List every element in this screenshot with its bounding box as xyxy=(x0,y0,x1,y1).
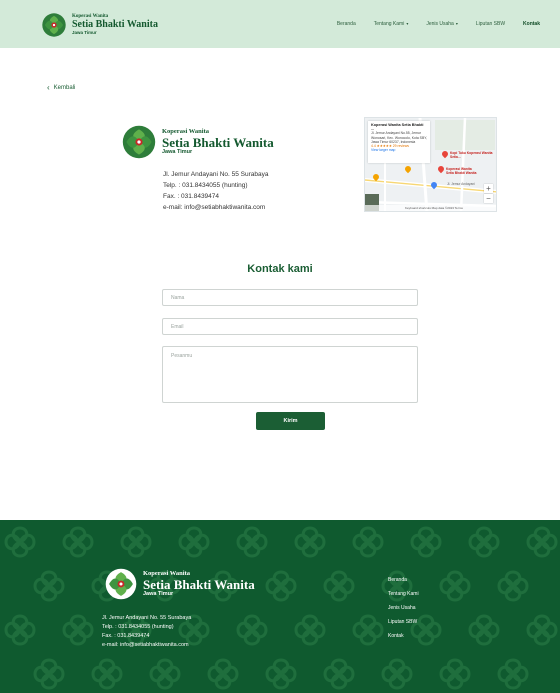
zoom-in-button[interactable]: + xyxy=(484,184,493,193)
footer-nav-kontak[interactable]: Kontak xyxy=(388,634,419,639)
contact-title: Kontak kami xyxy=(247,263,313,275)
email-line: e-mail: info@setiabhaktiwanita.com xyxy=(163,204,266,211)
submit-button[interactable]: Kirim xyxy=(256,412,325,430)
fax-line: Fax. : 031.8439474 xyxy=(163,193,220,200)
chevron-down-icon: ▾ xyxy=(455,21,458,26)
main-nav: Beranda Tentang Kami ▾ Jenis Usaha ▾ Liput… xyxy=(319,21,540,27)
zoom-out-button[interactable]: − xyxy=(484,194,493,203)
footer-fax-line: Fax. : 031.8439474 xyxy=(102,633,150,639)
footer-nav-beranda[interactable]: Beranda xyxy=(388,578,419,583)
nav-item-kontak[interactable]: Kontak xyxy=(523,21,540,27)
message-textarea[interactable] xyxy=(162,346,418,403)
address-line: Jl. Jemur Andayani No. 55 Surabaya xyxy=(163,171,269,178)
header-logo[interactable]: Koperasi Wanita Setia Bhakti Wanita Jawa… xyxy=(41,12,158,38)
footer-email-line: e-mail: info@setiabhaktiwanita.com xyxy=(102,642,189,648)
footer-nav-tentang-kami[interactable]: Tentang Kami xyxy=(388,592,419,597)
map-footer: Keyboard shortcuts Map data ©2023 Terms xyxy=(365,205,496,211)
footer-nav: Beranda Tentang Kami Jenis Usaha Liputan… xyxy=(388,578,419,648)
brand-name: Setia Bhakti Wanita xyxy=(72,19,158,31)
chevron-left-icon: ‹ xyxy=(47,83,50,92)
phone-line: Telp. : 031.8434055 (hunting) xyxy=(163,182,248,189)
footer-address-line: Jl. Jemur Andayani No. 55 Surabaya xyxy=(102,615,192,621)
map-place-label-1: Kopi Tuku Koperasi Wanita Setia... xyxy=(450,151,493,159)
map-road-label: Jl. Jemur Andayani xyxy=(447,182,475,186)
nav-item-liputan-sbw[interactable]: Liputan SBW xyxy=(476,21,505,27)
footer-phone-line: Telp. : 031.8434055 (hunting) xyxy=(102,624,174,630)
brand-region: Jawa Timur xyxy=(162,149,193,155)
location-map[interactable]: Koperasi Wanita Setia Bhakti ... Jl. Jem… xyxy=(364,117,497,212)
brand-region: Jawa Timur xyxy=(143,591,174,597)
brand-name: Setia Bhakti Wanita xyxy=(162,135,274,150)
nav-item-beranda[interactable]: Beranda xyxy=(337,21,356,27)
footer-logo: Koperasi Wanita Setia Bhakti Wanita Jawa… xyxy=(104,567,255,601)
map-info-card: Koperasi Wanita Setia Bhakti ... Jl. Jem… xyxy=(368,121,430,163)
name-input[interactable] xyxy=(162,289,418,306)
footer-nav-jenis-usaha[interactable]: Jenis Usaha xyxy=(388,606,419,611)
info-logo: Koperasi Wanita Setia Bhakti Wanita Jawa… xyxy=(121,124,274,160)
email-input[interactable] xyxy=(162,318,418,335)
footer-pattern xyxy=(4,526,558,690)
back-link[interactable]: ‹ Kembali xyxy=(47,84,75,92)
footer-nav-liputan-sbw[interactable]: Liputan SBW xyxy=(388,620,419,625)
brand-name: Setia Bhakti Wanita xyxy=(143,577,255,592)
chevron-down-icon: ▾ xyxy=(406,21,409,26)
site-header: Koperasi Wanita Setia Bhakti Wanita Jawa… xyxy=(0,0,560,48)
nav-item-jenis-usaha[interactable]: Jenis Usaha ▾ xyxy=(426,21,458,27)
back-label: Kembali xyxy=(53,85,76,91)
logo-emblem-icon xyxy=(105,568,137,600)
logo-emblem-icon xyxy=(42,13,66,37)
logo-emblem-icon xyxy=(122,125,156,159)
map-card-address: Jl. Jemur Andayani No.55, Jemur Wonosari… xyxy=(371,131,427,144)
brand-region: Jawa Timur xyxy=(72,30,97,36)
site-footer: Koperasi Wanita Setia Bhakti Wanita Jawa… xyxy=(0,520,560,693)
map-card-link[interactable]: View larger map xyxy=(371,148,427,152)
map-card-title: Koperasi Wanita Setia Bhakti ... xyxy=(371,123,424,132)
contact-info: Jl. Jemur Andayani No. 55 Surabaya Telp.… xyxy=(163,169,269,213)
nav-item-tentang-kami[interactable]: Tentang Kami ▾ xyxy=(374,21,409,27)
footer-contact-info: Jl. Jemur Andayani No. 55 Surabaya Telp.… xyxy=(102,614,191,650)
map-place-label-2: Koperasi Wanita Setia Bhakti Wanita xyxy=(446,167,477,175)
